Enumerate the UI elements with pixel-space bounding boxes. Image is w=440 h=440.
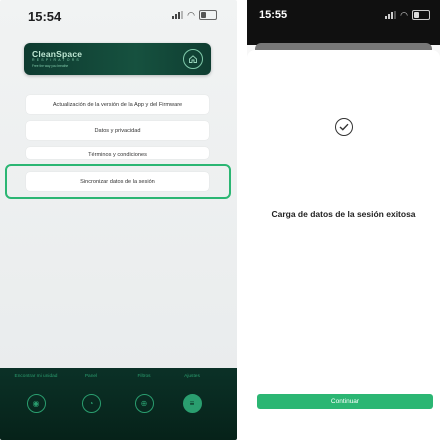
tab-settings[interactable]: Ajustes ≡ [170, 374, 214, 413]
tab-find-unit[interactable]: Encontrar mi unidad ◉ [14, 374, 58, 413]
checkmark-icon [339, 123, 349, 131]
status-icons: ◠ [172, 10, 217, 20]
bottom-tab-bar: Encontrar mi unidad ◉ Panel ◔ Filtros ⊕ … [0, 368, 237, 440]
location-pin-icon: ◉ [26, 394, 46, 413]
battery-icon [412, 10, 430, 20]
menu-item-data-privacy[interactable]: Datos y privacidad [26, 121, 209, 140]
brand-tagline: Free the way you breathe [32, 64, 69, 68]
settings-screen: 15:54 ◠ CleanSpace RESPIRATORS Free the … [0, 0, 237, 440]
tab-label: Encontrar mi unidad [14, 374, 58, 379]
wifi-icon: ◠ [187, 10, 195, 20]
filter-icon: ⊕ [134, 394, 154, 413]
brand-subtitle: RESPIRATORS [32, 58, 81, 62]
continue-button[interactable]: Continuar [257, 394, 433, 409]
status-bar: 15:54 ◠ [0, 0, 237, 34]
modal-sheet: Carga de datos de la sesión exitosa Cont… [247, 50, 440, 440]
menu-item-app-firmware-update[interactable]: Actualización de la versión de la App y … [26, 95, 209, 114]
tab-dashboard[interactable]: Panel ◔ [69, 374, 113, 413]
tab-label: Ajustes [184, 374, 200, 379]
tab-label: Panel [84, 374, 98, 379]
wifi-icon: ◠ [400, 10, 408, 20]
settings-sliders-icon: ≡ [182, 394, 202, 413]
signal-icon [172, 11, 184, 19]
battery-icon [199, 10, 217, 20]
dashboard-gauge-icon: ◔ [81, 394, 101, 413]
menu-item-terms[interactable]: Términos y condiciones [26, 147, 209, 159]
check-circle-icon [335, 118, 353, 136]
tab-label: Filtros [137, 374, 151, 379]
highlight-box [5, 164, 231, 199]
signal-icon [385, 11, 397, 19]
status-bar: 15:55 ◠ [247, 0, 440, 45]
home-icon [189, 55, 197, 63]
brand-header: CleanSpace RESPIRATORS Free the way you … [24, 43, 211, 75]
status-time: 15:55 [259, 9, 288, 21]
status-icons: ◠ [385, 10, 430, 20]
tab-filters[interactable]: Filtros ⊕ [122, 374, 166, 413]
sync-success-screen: 15:55 ◠ Carga de datos de la sesión exit… [247, 0, 440, 440]
status-time: 15:54 [28, 9, 62, 24]
home-button[interactable] [183, 49, 203, 69]
success-message: Carga de datos de la sesión exitosa [271, 209, 416, 219]
